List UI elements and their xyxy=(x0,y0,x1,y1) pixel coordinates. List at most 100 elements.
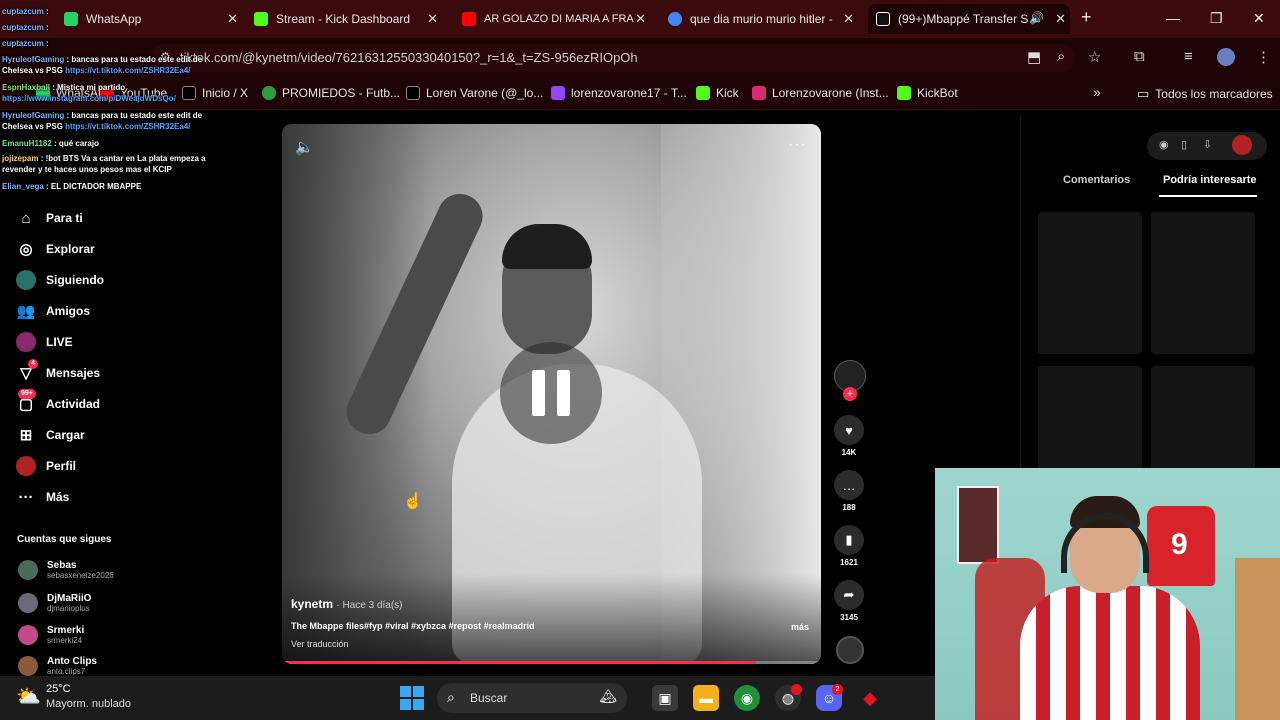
app-icon[interactable]: ◆ xyxy=(857,685,883,711)
weather-temp[interactable]: 25°C xyxy=(46,683,71,695)
nav-amigos[interactable]: 👥 Amigos xyxy=(16,301,90,321)
url-field[interactable]: ⚙ tiktok.com/@kynetm/video/7621631255033… xyxy=(150,44,1075,72)
kickbot-icon xyxy=(897,86,911,100)
close-tab-icon[interactable]: ✕ xyxy=(635,11,646,27)
following-account[interactable]: DjMaRiiO djmariioplus xyxy=(18,593,91,613)
following-account[interactable]: Anto Clips anto.clips7 xyxy=(18,656,97,676)
maximize-icon[interactable]: ❐ xyxy=(1210,10,1223,27)
bookmark-icon[interactable]: ▮ xyxy=(834,525,864,555)
suggested-video-thumb[interactable] xyxy=(1038,212,1142,354)
more-icon: ··· xyxy=(18,488,34,506)
bookmark-tiktok[interactable]: Loren Varone (@_lo... xyxy=(406,86,543,100)
chat-user: cuptazcum xyxy=(2,7,44,16)
streamer-shirt xyxy=(1020,586,1200,720)
follow-plus-icon[interactable]: + xyxy=(843,387,857,401)
more-options-icon[interactable]: ··· xyxy=(788,136,807,154)
bookmark-instagram[interactable]: Lorenzovarone (Inst... xyxy=(752,86,889,100)
tab-label: Stream - Kick Dashboard xyxy=(276,12,411,26)
tab-comentarios[interactable]: Comentarios xyxy=(1063,174,1130,186)
download-icon[interactable]: ⇩ xyxy=(1203,138,1212,151)
following-icon xyxy=(16,270,36,290)
taskbar-search[interactable]: ⌕ Buscar 🏔 xyxy=(437,683,627,713)
account-name: Sebas xyxy=(47,560,77,571)
speaker-icon[interactable]: 🔊 xyxy=(1029,11,1044,25)
minimize-icon[interactable]: — xyxy=(1166,10,1180,26)
video-author[interactable]: kynetm · Hace 3 día(s) xyxy=(291,597,403,611)
streamer-webcam: 9 xyxy=(935,468,1280,720)
chat-link[interactable]: https://vt.tiktok.com/ZSHR32Ea4/ xyxy=(65,122,190,131)
see-translation-link[interactable]: Ver traducción xyxy=(291,639,349,649)
profile-avatar-icon[interactable] xyxy=(1217,48,1235,66)
nav-actividad[interactable]: ▢ Actividad 99+ xyxy=(16,389,100,414)
nav-perfil[interactable]: Perfil xyxy=(16,456,76,476)
nav-cargar[interactable]: ⊞ Cargar xyxy=(16,425,85,445)
following-account[interactable]: Sebas sebasxeneize2026 xyxy=(18,560,114,580)
like-action[interactable]: ♥ 14K xyxy=(834,415,864,457)
chat-link[interactable]: https://vt.tiktok.com/ZSHR32Ea4/ xyxy=(65,66,190,75)
volume-icon[interactable]: 🔈 xyxy=(295,138,314,156)
comment-action[interactable]: … 188 xyxy=(834,470,864,512)
tab-kick-dashboard[interactable]: Stream - Kick Dashboard ✕ xyxy=(246,4,442,34)
chat-user: jojizepam xyxy=(2,154,39,163)
nav-para-ti[interactable]: ⌂ Para ti xyxy=(16,208,82,228)
share-icon[interactable]: ➦ xyxy=(834,580,864,610)
video-player[interactable]: 🔈 ··· kynetm · Hace 3 día(s) The Mbappe … xyxy=(282,124,821,664)
comment-icon[interactable]: … xyxy=(834,470,864,500)
url-text[interactable]: tiktok.com/@kynetm/video/762163125503304… xyxy=(180,50,638,65)
nav-siguiendo[interactable]: Siguiendo xyxy=(16,270,104,290)
close-tab-icon[interactable]: ✕ xyxy=(843,11,854,27)
close-tab-icon[interactable]: ✕ xyxy=(227,11,238,27)
bookmark-kick[interactable]: Kick xyxy=(696,86,739,100)
bookmark-promiedos[interactable]: PROMIEDOS - Futb... xyxy=(262,86,400,100)
video-progress-bar[interactable] xyxy=(282,661,821,664)
tab-google-search[interactable]: que dia murio murio hitler - ✕ xyxy=(660,4,858,34)
bookmark-twitch[interactable]: lorenzovarone17 - T... xyxy=(551,86,687,100)
weather-cloud-icon[interactable]: ⛅ xyxy=(16,684,41,709)
zoom-icon[interactable]: ⌕ xyxy=(1057,48,1065,65)
notification-badge xyxy=(791,684,802,695)
weather-desc[interactable]: Mayorm. nublado xyxy=(46,698,131,710)
close-tab-icon[interactable]: ✕ xyxy=(1055,11,1066,27)
music-disc-icon[interactable] xyxy=(836,636,864,664)
tab-whatsapp[interactable]: WhatsApp ✕ xyxy=(56,4,242,34)
more-bookmarks-icon[interactable]: » xyxy=(1093,84,1101,100)
windows-start-button[interactable] xyxy=(400,686,424,710)
following-account[interactable]: Srmerki srmerki24 xyxy=(18,625,84,645)
chrome-icon[interactable]: ◉ xyxy=(734,685,760,711)
suggested-video-thumb[interactable] xyxy=(1151,212,1255,354)
window-close-icon[interactable]: ✕ xyxy=(1253,10,1265,27)
compass-icon[interactable]: ◉ xyxy=(1159,138,1169,151)
tab-podria-interesarte[interactable]: Podría interesarte xyxy=(1163,174,1257,186)
panel-toolbar: ◉ ▯ ⇩ xyxy=(1147,132,1267,160)
hand-cursor-icon: ☝ xyxy=(403,493,423,510)
file-explorer-icon[interactable]: ▬ xyxy=(693,685,719,711)
caption-more-link[interactable]: más xyxy=(791,622,809,632)
nav-live[interactable]: LIVE xyxy=(16,332,73,352)
chat-user: EspnHaxball xyxy=(2,83,51,92)
extensions-icon[interactable]: ⧉ xyxy=(1134,48,1145,65)
heart-icon[interactable]: ♥ xyxy=(834,415,864,445)
task-view-icon[interactable]: ▣ xyxy=(652,685,678,711)
nav-mensajes[interactable]: ▽ Mensajes 4 xyxy=(16,359,100,383)
nav-explorar[interactable]: ◎ Explorar xyxy=(16,239,94,259)
media-control-icon[interactable]: ≡ xyxy=(1184,48,1193,65)
save-action[interactable]: ▮ 1621 xyxy=(834,525,864,567)
promiedos-icon xyxy=(262,86,276,100)
install-app-icon[interactable]: ⬒ xyxy=(1027,48,1041,66)
all-bookmarks[interactable]: ▭ Todos los marcadores xyxy=(1137,86,1273,102)
nav-mas[interactable]: ··· Más xyxy=(16,487,70,507)
author-name[interactable]: kynetm xyxy=(291,597,333,611)
avatar xyxy=(18,625,38,645)
share-action[interactable]: ➦ 3145 xyxy=(834,580,864,622)
close-tab-icon[interactable]: ✕ xyxy=(427,11,438,27)
new-tab-icon[interactable]: + xyxy=(1081,7,1092,28)
tab-youtube-golazo[interactable]: AR GOLAZO DI MARIA A FRA ✕ xyxy=(454,4,650,34)
bookmark-kickbot[interactable]: KickBot xyxy=(897,86,958,100)
profile-avatar-icon[interactable] xyxy=(1232,135,1252,155)
phone-icon[interactable]: ▯ xyxy=(1181,138,1187,151)
chat-link[interactable]: https://www.instagram.com/p/DWeajdWDsQo/ xyxy=(2,94,176,103)
browser-menu-icon[interactable]: ⋮ xyxy=(1256,48,1271,66)
tab-tiktok-active[interactable]: (99+)Mbappé Transfer S 🔊 ✕ xyxy=(868,4,1070,34)
pause-button[interactable] xyxy=(500,342,602,444)
bookmark-star-icon[interactable]: ☆ xyxy=(1088,48,1101,66)
